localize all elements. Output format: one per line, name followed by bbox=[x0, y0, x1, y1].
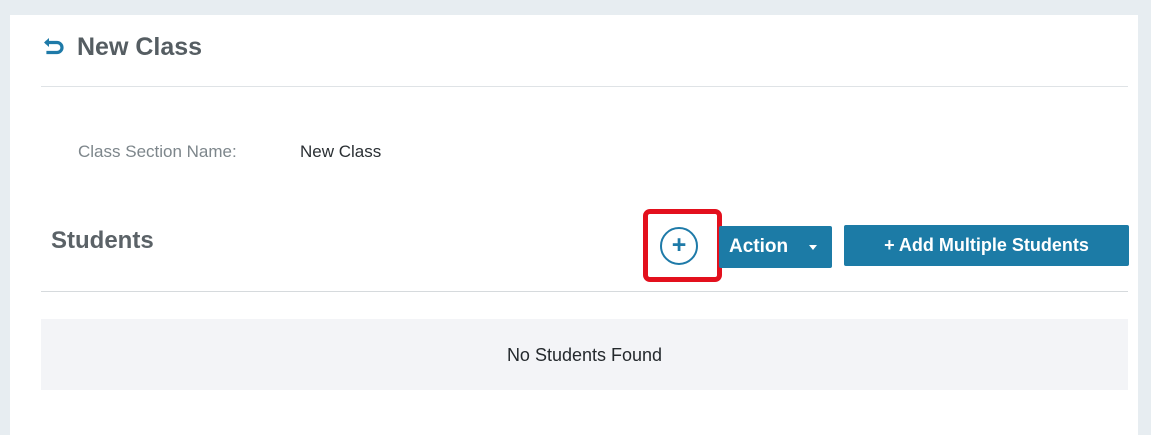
class-section-value: New Class bbox=[300, 142, 382, 161]
caret-down-icon bbox=[809, 245, 817, 250]
action-label: Action bbox=[729, 236, 789, 257]
page-header: New Class bbox=[10, 15, 1138, 87]
action-dropdown-button[interactable]: Action bbox=[719, 226, 832, 268]
class-panel: New Class Class Section Name: New Class … bbox=[10, 15, 1138, 435]
page-title: New Class bbox=[77, 33, 203, 61]
empty-message: No Students Found bbox=[506, 345, 663, 365]
header-divider bbox=[41, 86, 1128, 87]
empty-state: No Students Found bbox=[41, 319, 1128, 390]
add-multiple-students-button[interactable]: + Add Multiple Students bbox=[844, 225, 1129, 266]
students-section-title: Students bbox=[51, 227, 154, 254]
add-student-button[interactable]: + bbox=[660, 227, 698, 265]
students-divider bbox=[41, 291, 1128, 292]
return-arrow-icon[interactable] bbox=[42, 33, 66, 57]
plus-circle-icon: + bbox=[671, 231, 687, 259]
class-section-label: Class Section Name: bbox=[78, 142, 237, 161]
